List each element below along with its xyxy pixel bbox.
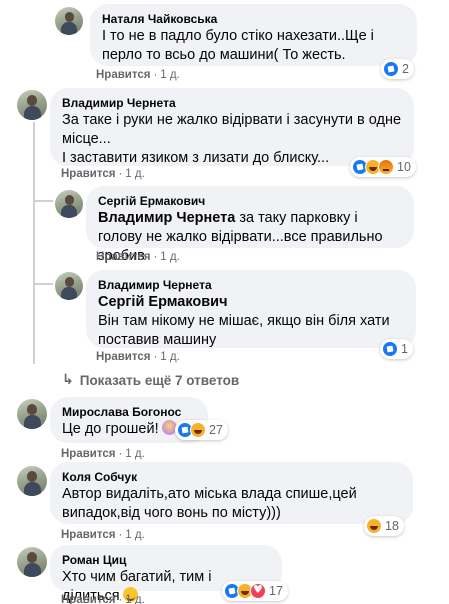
like-button[interactable]: Нравится <box>96 251 150 263</box>
reactions-summary[interactable]: 10 <box>350 157 416 177</box>
like-reaction-icon <box>382 341 398 357</box>
comment-author[interactable]: Владимир Чернета <box>98 277 404 293</box>
comment-text-line-2: І заставити язиком з лизати до блиску... <box>62 150 330 166</box>
comment-time[interactable]: 1 д. <box>125 529 145 541</box>
reaction-count: 2 <box>402 62 409 76</box>
reactions-summary[interactable]: 27 <box>175 420 228 440</box>
comment-time[interactable]: 1 д. <box>125 448 145 460</box>
show-more-replies-button[interactable]: ↳ Показать ещё 7 ответов <box>62 372 239 388</box>
reaction-count: 27 <box>209 423 223 437</box>
avatar[interactable] <box>55 190 83 218</box>
comment-text: І то не в падло було стіко нахезати..Ще … <box>102 28 374 63</box>
avatar[interactable] <box>17 90 47 120</box>
mention-link[interactable]: Сергій Ермакович <box>98 293 404 312</box>
comment-text: За таке і руки не жалко відірвати і засу… <box>62 111 402 168</box>
comment-meta: Нравится · 1 д. <box>61 448 145 460</box>
comment-text: Він там нікому не мішає, якщо він біля х… <box>98 313 390 348</box>
comment-bubble: Наталя Чайковська І то не в падло було с… <box>90 4 417 66</box>
mention-link[interactable]: Владимир Чернета <box>98 210 235 226</box>
avatar[interactable] <box>55 7 83 35</box>
reaction-count: 18 <box>385 519 399 533</box>
comment-author[interactable]: Мирослава Богонос <box>62 404 196 420</box>
comment-time[interactable]: 1 д. <box>160 69 180 81</box>
reply-arrow-icon: ↳ <box>62 372 74 388</box>
reply-connector <box>33 283 53 285</box>
reactions-summary[interactable]: 18 <box>364 516 404 536</box>
comment-meta: Нравится · 1 д. <box>96 351 180 363</box>
avatar[interactable] <box>17 399 47 429</box>
avatar[interactable] <box>17 466 47 496</box>
like-button[interactable]: Нравится <box>61 529 115 541</box>
comment-meta: Нравится · 1 д. <box>61 168 145 180</box>
show-more-replies-label: Показать ещё 7 ответов <box>79 372 240 388</box>
comment-text: Автор видаліть,ато міська влада спише,це… <box>62 486 357 521</box>
reactions-summary[interactable]: 2 <box>381 59 414 79</box>
love-reaction-icon <box>250 583 266 599</box>
comment-author[interactable]: Коля Собчук <box>62 469 401 485</box>
avatar[interactable] <box>17 547 47 577</box>
like-reaction-icon <box>383 61 399 77</box>
like-button[interactable]: Нравится <box>61 448 115 460</box>
comment-meta: Нравится · 1 д. <box>61 529 145 541</box>
comment-author[interactable]: Наталя Чайковська <box>102 11 405 27</box>
reply-connector <box>33 200 53 202</box>
like-button[interactable]: Нравится <box>96 351 150 363</box>
comment-author[interactable]: Роман Циц <box>62 552 270 568</box>
avatar[interactable] <box>55 272 83 300</box>
comment-time[interactable]: 1 д. <box>125 168 145 180</box>
comment-bubble: Владимир Чернета Сергій Ермакович Він та… <box>86 270 416 348</box>
reactions-summary[interactable]: 1 <box>380 339 413 359</box>
comment-author[interactable]: Сергій Ермакович <box>98 193 402 209</box>
reaction-count: 17 <box>269 584 283 598</box>
like-button[interactable]: Нравится <box>61 168 115 180</box>
like-button[interactable]: Нравится <box>96 69 150 81</box>
comment-bubble: Коля Собчук Автор видаліть,ато міська вл… <box>50 462 413 524</box>
thread-line <box>33 122 35 364</box>
comment-time[interactable]: 1 д. <box>160 351 180 363</box>
comment-meta: Нравится · 1 д. <box>61 594 145 604</box>
reaction-count: 10 <box>397 160 411 174</box>
angry-reaction-icon <box>378 159 394 175</box>
comment-bubble: Владимир Чернета За таке і руки не жалко… <box>50 88 414 166</box>
reactions-summary[interactable]: 17 <box>222 581 288 601</box>
haha-reaction-icon <box>366 518 382 534</box>
comment-time[interactable]: 1 д. <box>125 594 145 604</box>
comment-meta: Нравится · 1 д. <box>96 69 180 81</box>
comment-text-body: Це до грошей! <box>62 421 159 437</box>
comment-text-line-1: За таке і руки не жалко відірвати і засу… <box>62 112 402 147</box>
haha-reaction-icon <box>190 422 206 438</box>
comment-time[interactable]: 1 д. <box>160 251 180 263</box>
comment-bubble: Сергій Ермакович Владимир Чернета за так… <box>86 186 414 264</box>
comment-meta: Нравится · 1 д. <box>96 251 180 263</box>
comment-author[interactable]: Владимир Чернета <box>62 95 402 111</box>
like-button[interactable]: Нравится <box>61 594 115 604</box>
reaction-count: 1 <box>401 342 408 356</box>
